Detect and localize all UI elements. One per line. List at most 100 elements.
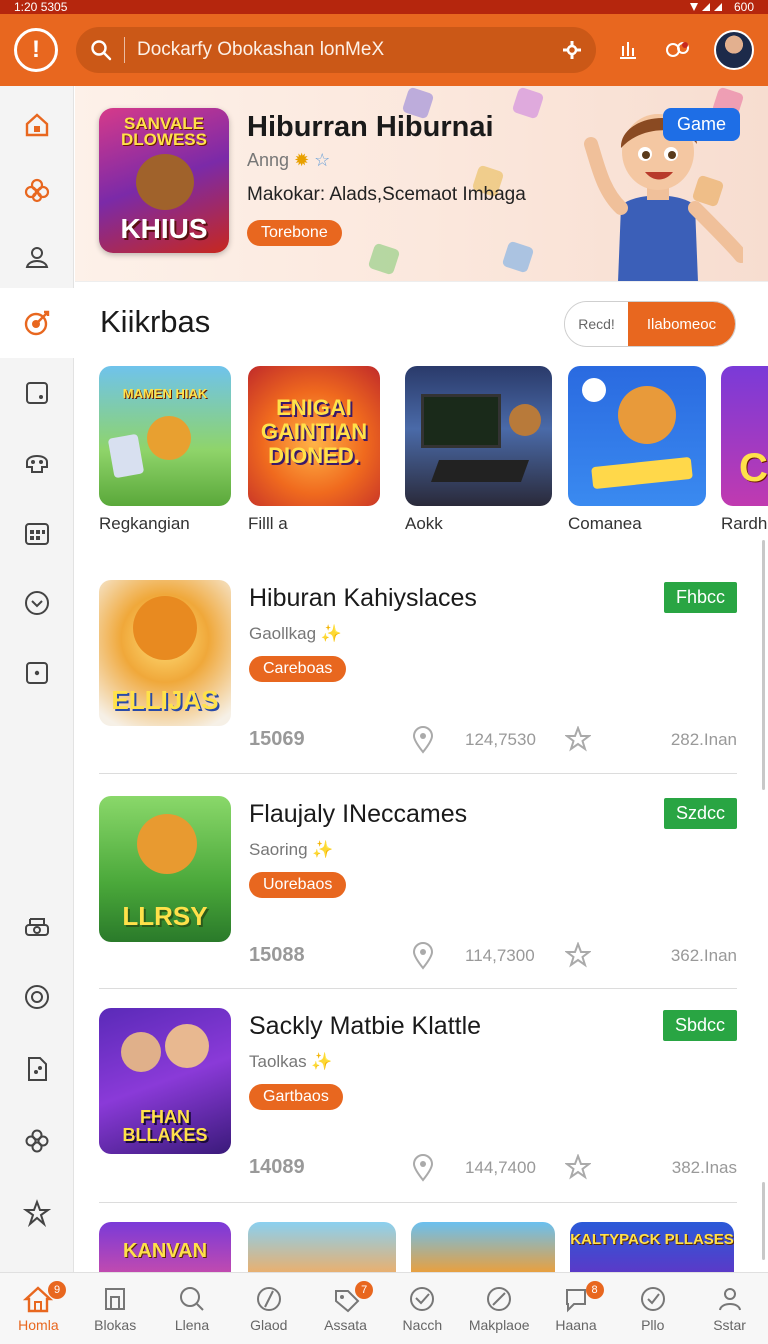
segmented-control: Recd! Ilabomeoc <box>564 301 736 347</box>
status-bar: 1:20 5305 600 <box>0 0 768 14</box>
bear-illustration <box>137 814 197 874</box>
carousel-label: Aokk <box>405 514 443 533</box>
carousel-thumb: MAMEN HIAK <box>99 366 231 506</box>
carousel-card[interactable]: Aokk <box>405 366 552 534</box>
gear-icon[interactable] <box>562 40 582 60</box>
list-item-tag[interactable]: Gartbaos <box>249 1084 343 1110</box>
list-item-tag[interactable]: Uorebaos <box>249 872 347 898</box>
segment-right[interactable]: Ilabomeoc <box>628 302 735 346</box>
nav-haana[interactable]: 8 Haana <box>538 1273 615 1344</box>
battery-value: 600 <box>733 0 754 14</box>
list-item-art: ELLIJAS <box>99 580 231 726</box>
location-pin-icon[interactable] <box>411 726 435 754</box>
status-badge: Fhbcc <box>663 582 737 613</box>
scrollbar[interactable] <box>762 1182 765 1260</box>
slash-circle-icon <box>256 1286 281 1311</box>
stat-value: 144,7400 <box>465 1158 536 1177</box>
section-title: Kiikrbas <box>100 304 211 339</box>
stat-count: 14089 <box>249 1156 305 1178</box>
stats-icon[interactable] <box>614 36 642 64</box>
nav-sstar[interactable]: Sstar <box>691 1273 768 1344</box>
list-item-art-text: FHAN BLLAKES <box>122 1107 208 1145</box>
list-item-subtitle: Taolkas ✨ <box>249 1052 333 1072</box>
rail-square-icon[interactable] <box>0 358 74 428</box>
search-bar[interactable]: Dockarfy Obokashan lonMeX <box>76 27 596 73</box>
platform-illustration <box>591 456 693 490</box>
star-icon[interactable] <box>565 1154 591 1180</box>
peek-card[interactable] <box>248 1222 396 1272</box>
rail-flower-icon[interactable] <box>0 156 74 226</box>
nav-pllo[interactable]: Pllo <box>614 1273 691 1344</box>
nav-nacch[interactable]: Nacch <box>384 1273 461 1344</box>
list-item[interactable]: LLRSY Flaujaly INeccames Saoring ✨ Uoreb… <box>99 796 737 1010</box>
nav-label: Blokas <box>94 1316 137 1333</box>
alert-icon[interactable]: ! <box>14 28 58 72</box>
hero-game-art[interactable]: SANVALE DLOWESS KHIUS <box>99 108 229 253</box>
rail-record-icon[interactable] <box>0 962 74 1032</box>
blocks-icon <box>105 1287 126 1310</box>
star-icon[interactable] <box>565 726 591 752</box>
hero-description: Makokar: Alads,Scemaot Imbaga <box>247 184 526 205</box>
carousel-card[interactable]: Comanea <box>568 366 706 534</box>
list-item-art: FHAN BLLAKES <box>99 1008 231 1154</box>
check-circle-icon <box>410 1286 435 1311</box>
star-icon[interactable] <box>565 942 591 968</box>
scrollbar[interactable] <box>762 540 765 790</box>
rail-skull-icon[interactable] <box>0 428 74 498</box>
list-item-art-text: LLRSY <box>122 901 208 931</box>
sparkle-icon: ✨ <box>320 624 343 643</box>
list-item-subtitle: Saoring ✨ <box>249 840 334 860</box>
stat-rate: 282.Inan <box>670 730 737 749</box>
carousel-thumb <box>568 366 706 506</box>
rail-star-icon[interactable] <box>0 1178 74 1248</box>
carousel-thumb <box>405 366 552 506</box>
rail-chevron-icon[interactable] <box>0 568 74 638</box>
nav-blocks[interactable]: Blokas <box>77 1273 154 1344</box>
nav-makplaoe[interactable]: Makplaoe <box>461 1273 538 1344</box>
rail-document-icon[interactable] <box>0 1034 74 1104</box>
list-item[interactable]: FHAN BLLAKES Sackly Matbie Klattle Taolk… <box>99 1008 737 1222</box>
carousel-card[interactable]: ENIGAI GAINTIAN DIONED. Filll a <box>248 366 380 534</box>
carousel-card[interactable]: C Rardh <box>721 366 768 534</box>
carousel-card[interactable]: MAMEN HIAK Regkangian <box>99 366 231 534</box>
rail-home-icon[interactable] <box>0 90 74 160</box>
rail-printer-icon[interactable] <box>0 892 74 962</box>
nav-search[interactable]: Llena <box>154 1273 231 1344</box>
nav-home[interactable]: 9 Homla <box>0 1273 77 1344</box>
location-pin-icon[interactable] <box>411 1154 435 1182</box>
character-face <box>165 1024 209 1068</box>
peek-card[interactable]: KANVAN <box>99 1222 231 1272</box>
sparkle-icon: ✨ <box>312 840 334 859</box>
divider <box>99 1202 737 1203</box>
location-pin-icon[interactable] <box>411 942 435 970</box>
status-icons: 600 <box>688 0 754 14</box>
nav-label: Sstar <box>713 1316 746 1333</box>
list-item-subtitle-text: Gaollkag <box>249 624 317 643</box>
rail-target-icon[interactable] <box>0 288 74 358</box>
carousel-thumb: ENIGAI GAINTIAN DIONED. <box>248 366 380 506</box>
carousel-label: Regkangian <box>99 514 190 533</box>
nav-glaod[interactable]: Glaod <box>230 1273 307 1344</box>
check-icon <box>640 1286 665 1311</box>
hero-banner[interactable]: SANVALE DLOWESS KHIUS Hiburran Hiburnai … <box>75 86 768 282</box>
nav-assata[interactable]: 7 Assata <box>307 1273 384 1344</box>
hero-subtitle-text: Anng <box>247 150 290 170</box>
link-icon[interactable] <box>664 36 692 64</box>
peek-card[interactable] <box>411 1222 555 1272</box>
segment-left[interactable]: Recd! <box>565 302 628 346</box>
hero-tag[interactable]: Torebone <box>247 220 342 246</box>
stat-count: 15088 <box>249 944 305 966</box>
keyboard-illustration <box>430 460 530 482</box>
carousel-label: Rardh <box>721 514 768 533</box>
rail-clover-icon[interactable] <box>0 1106 74 1176</box>
list-item-tag[interactable]: Careboas <box>249 656 347 682</box>
avatar[interactable] <box>714 30 754 70</box>
game-badge[interactable]: Game <box>662 108 740 141</box>
rail-user-icon[interactable] <box>0 222 74 292</box>
search-input[interactable]: Dockarfy Obokashan lonMeX <box>137 39 562 61</box>
list-item[interactable]: ELLIJAS Hiburan Kahiyslaces Gaollkag ✨ C… <box>99 580 737 794</box>
rail-calendar-icon[interactable] <box>0 498 74 568</box>
hero-title: Hiburran Hiburnai <box>247 111 494 143</box>
rail-dice-icon[interactable] <box>0 638 74 708</box>
peek-card[interactable]: KALTYPACK PLLASES <box>570 1222 734 1272</box>
